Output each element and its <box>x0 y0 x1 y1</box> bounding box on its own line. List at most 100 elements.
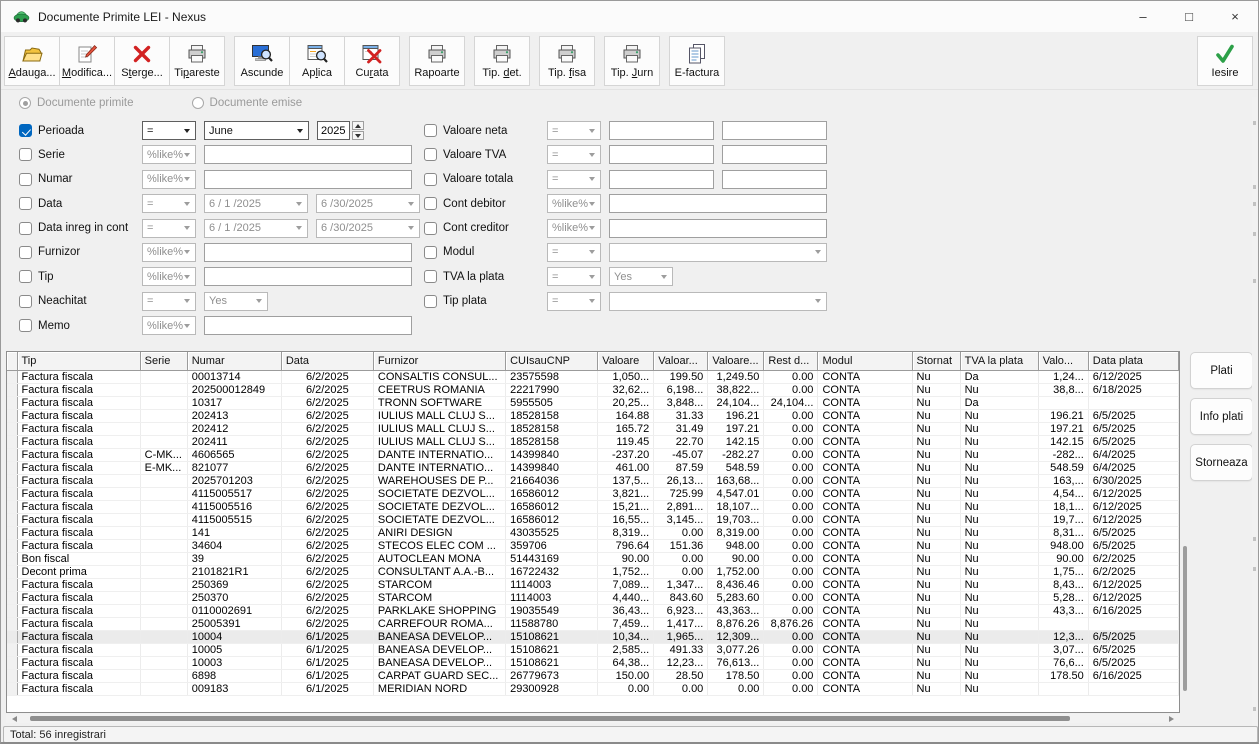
minimize-button[interactable]: – <box>1120 1 1166 32</box>
toolbar-button-tip-jurn[interactable]: Tip. Jurn <box>604 36 660 86</box>
operator-combo[interactable]: = <box>547 170 601 189</box>
operator-combo[interactable]: %like% <box>547 219 601 238</box>
toolbar-button-tip-det[interactable]: Tip. det. <box>474 36 530 86</box>
column-header-cuisaucnp[interactable]: CUIsauCNP <box>506 352 598 370</box>
operator-combo[interactable]: = <box>547 292 601 311</box>
column-header-valoare[interactable]: Valoare... <box>708 352 764 370</box>
operator-combo[interactable]: %like% <box>547 194 601 213</box>
column-header-valoar[interactable]: Valoar... <box>654 352 708 370</box>
operator-combo[interactable]: = <box>547 243 601 262</box>
table-row[interactable]: Factura fiscalaC-MK...46065656/2/2025DAN… <box>7 448 1179 461</box>
toolbar-button-adauga[interactable]: Adauga... <box>4 36 60 86</box>
value-combo[interactable]: Yes <box>204 292 268 311</box>
operator-combo[interactable]: = <box>142 292 196 311</box>
column-header-rest-d[interactable]: Rest d... <box>764 352 818 370</box>
operator-combo[interactable]: = <box>142 121 196 140</box>
filter-checkbox-neachitat[interactable] <box>19 295 32 308</box>
toolbar-button-ascunde[interactable]: Ascunde <box>234 36 290 86</box>
filter-checkbox-data-inreg-in-cont[interactable] <box>19 222 32 235</box>
column-header-serie[interactable]: Serie <box>140 352 187 370</box>
value-combo[interactable]: 6 / 1 /2025 <box>204 219 308 238</box>
operator-combo[interactable]: = <box>142 194 196 213</box>
filter-input-valoare-totala[interactable] <box>722 170 827 189</box>
filter-input-cont-creditor[interactable] <box>609 219 827 238</box>
table-row[interactable]: Factura fiscala346046/2/2025STECOS ELEC … <box>7 539 1179 552</box>
toolbar-button-tip-fisa[interactable]: Tip. fisa <box>539 36 595 86</box>
column-header-stornat[interactable]: Stornat <box>912 352 960 370</box>
filter-input-valoare-totala[interactable] <box>609 170 714 189</box>
year-value[interactable]: 2025 <box>317 121 350 140</box>
filter-input-valoare-tva[interactable] <box>722 145 827 164</box>
spin-up-icon[interactable] <box>352 121 364 130</box>
plati-button[interactable]: Plati <box>1190 352 1253 389</box>
table-row[interactable]: Factura fiscala1416/2/2025ANIRI DESIGN43… <box>7 526 1179 539</box>
operator-combo[interactable]: = <box>547 145 601 164</box>
toolbar-button-iesire[interactable]: Iesire <box>1197 36 1253 86</box>
column-header-furnizor[interactable]: Furnizor <box>373 352 505 370</box>
table-row[interactable]: Factura fiscala100036/1/2025BANEASA DEVE… <box>7 656 1179 669</box>
filter-checkbox-tip[interactable] <box>19 270 32 283</box>
hscroll-thumb[interactable] <box>30 716 1070 721</box>
toolbar-button-sterge[interactable]: Sterge... <box>114 36 170 86</box>
column-header-tva-la-plata[interactable]: TVA la plata <box>960 352 1038 370</box>
table-row[interactable]: Factura fiscala2024126/2/2025IULIUS MALL… <box>7 422 1179 435</box>
spin-down-icon[interactable] <box>352 131 364 140</box>
toolbar-button-curata[interactable]: Curata <box>344 36 400 86</box>
operator-combo[interactable]: %like% <box>142 316 196 335</box>
table-row[interactable]: Factura fiscala41150055176/2/2025SOCIETA… <box>7 487 1179 500</box>
filter-checkbox-perioada[interactable] <box>19 124 32 137</box>
operator-combo[interactable]: %like% <box>142 267 196 286</box>
filter-checkbox-memo[interactable] <box>19 319 32 332</box>
vscroll-thumb[interactable] <box>1183 546 1187 691</box>
table-row[interactable]: Bon fiscal396/2/2025AUTOCLEAN MONA514431… <box>7 552 1179 565</box>
column-header-valoare[interactable]: Valoare <box>598 352 654 370</box>
radio-documente-emise[interactable]: Documente emise <box>192 97 303 109</box>
filter-checkbox-valoare-neta[interactable] <box>424 124 437 137</box>
storneaza-button[interactable]: Storneaza <box>1190 444 1253 481</box>
column-header-data[interactable]: Data <box>281 352 373 370</box>
filter-checkbox-data[interactable] <box>19 197 32 210</box>
value-combo[interactable]: Yes <box>609 267 673 286</box>
scroll-right-arrow-icon[interactable] <box>1169 716 1174 722</box>
table-row[interactable]: Factura fiscala41150055166/2/2025SOCIETA… <box>7 500 1179 513</box>
maximize-button[interactable]: □ <box>1166 1 1212 32</box>
table-row[interactable]: Factura fiscala100046/1/2025BANEASA DEVE… <box>7 630 1179 643</box>
radio-documente-primite[interactable]: Documente primite <box>19 97 134 109</box>
filter-checkbox-tip-plata[interactable] <box>424 295 437 308</box>
table-row[interactable]: Factura fiscala2025000128496/2/2025CEETR… <box>7 383 1179 396</box>
table-row[interactable]: Factura fiscala250053916/2/2025CARREFOUR… <box>7 617 1179 630</box>
grid-vertical-scrollbar[interactable] <box>1183 353 1188 711</box>
table-row[interactable]: Factura fiscala103176/2/2025TRONN SOFTWA… <box>7 396 1179 409</box>
toolbar-button-tipareste[interactable]: Tipareste <box>169 36 225 86</box>
filter-input-cont-debitor[interactable] <box>609 194 827 213</box>
window-right-scrollbar[interactable] <box>1252 97 1257 737</box>
filter-checkbox-cont-debitor[interactable] <box>424 197 437 210</box>
table-row[interactable]: Factura fiscala100056/1/2025BANEASA DEVE… <box>7 643 1179 656</box>
toolbar-button-rapoarte[interactable]: Rapoarte <box>409 36 465 86</box>
column-header-valo[interactable]: Valo... <box>1038 352 1088 370</box>
table-row[interactable]: Factura fiscala2024136/2/2025IULIUS MALL… <box>7 409 1179 422</box>
column-header-numar[interactable]: Numar <box>187 352 281 370</box>
table-row[interactable]: Factura fiscala2503696/2/2025STARCOM1114… <box>7 578 1179 591</box>
filter-input-furnizor[interactable] <box>204 243 412 262</box>
table-row[interactable]: Factura fiscala41150055156/2/2025SOCIETA… <box>7 513 1179 526</box>
filter-input-tip[interactable] <box>204 267 412 286</box>
filter-input-valoare-neta[interactable] <box>722 121 827 140</box>
filter-input-valoare-neta[interactable] <box>609 121 714 140</box>
operator-combo[interactable]: %like% <box>142 243 196 262</box>
filter-checkbox-furnizor[interactable] <box>19 246 32 259</box>
toolbar-button-aplica[interactable]: Aplica <box>289 36 345 86</box>
operator-combo[interactable]: = <box>547 267 601 286</box>
filter-checkbox-numar[interactable] <box>19 173 32 186</box>
filter-checkbox-cont-creditor[interactable] <box>424 222 437 235</box>
filter-checkbox-tva-la-plata[interactable] <box>424 270 437 283</box>
operator-combo[interactable]: %like% <box>142 170 196 189</box>
filter-input-valoare-tva[interactable] <box>609 145 714 164</box>
filter-checkbox-valoare-totala[interactable] <box>424 173 437 186</box>
filter-input-numar[interactable] <box>204 170 412 189</box>
value-combo[interactable] <box>609 243 827 262</box>
operator-combo[interactable]: %like% <box>142 145 196 164</box>
value-combo[interactable]: 6 /30/2025 <box>316 219 420 238</box>
table-row[interactable]: Factura fiscala20257012036/2/2025WAREHOU… <box>7 474 1179 487</box>
value-combo[interactable]: 6 / 1 /2025 <box>204 194 308 213</box>
